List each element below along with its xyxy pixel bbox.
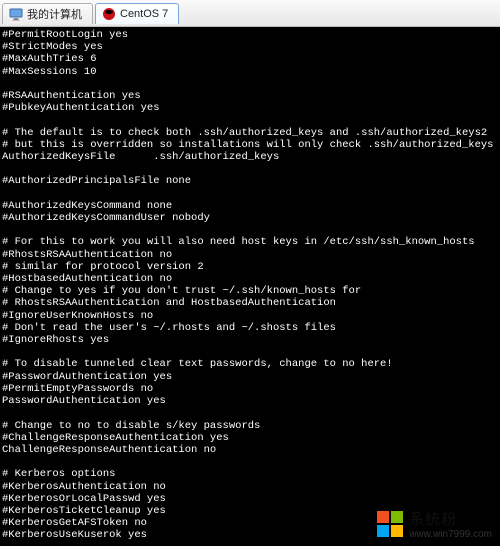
tab-my-computer[interactable]: 我的计算机 <box>2 3 93 24</box>
watermark: 系统粉 www.win7999.com <box>377 508 492 540</box>
watermark-text-block: 系统粉 www.win7999.com <box>409 508 492 540</box>
monitor-icon <box>9 7 23 21</box>
redhat-icon <box>102 7 116 21</box>
tab-centos7[interactable]: CentOS 7 <box>95 3 179 24</box>
ms-logo-icon <box>377 511 403 537</box>
terminal-output[interactable]: #PermitRootLogin yes #StrictModes yes #M… <box>0 27 500 546</box>
tab-label: 我的计算机 <box>27 6 82 22</box>
tab-bar: 我的计算机 CentOS 7 <box>0 0 500 27</box>
watermark-url: www.win7999.com <box>409 529 492 540</box>
watermark-brand: 系统粉 <box>409 508 492 529</box>
vm-window: 我的计算机 CentOS 7 #PermitRootLogin yes #Str… <box>0 0 500 546</box>
tab-label: CentOS 7 <box>120 8 168 20</box>
